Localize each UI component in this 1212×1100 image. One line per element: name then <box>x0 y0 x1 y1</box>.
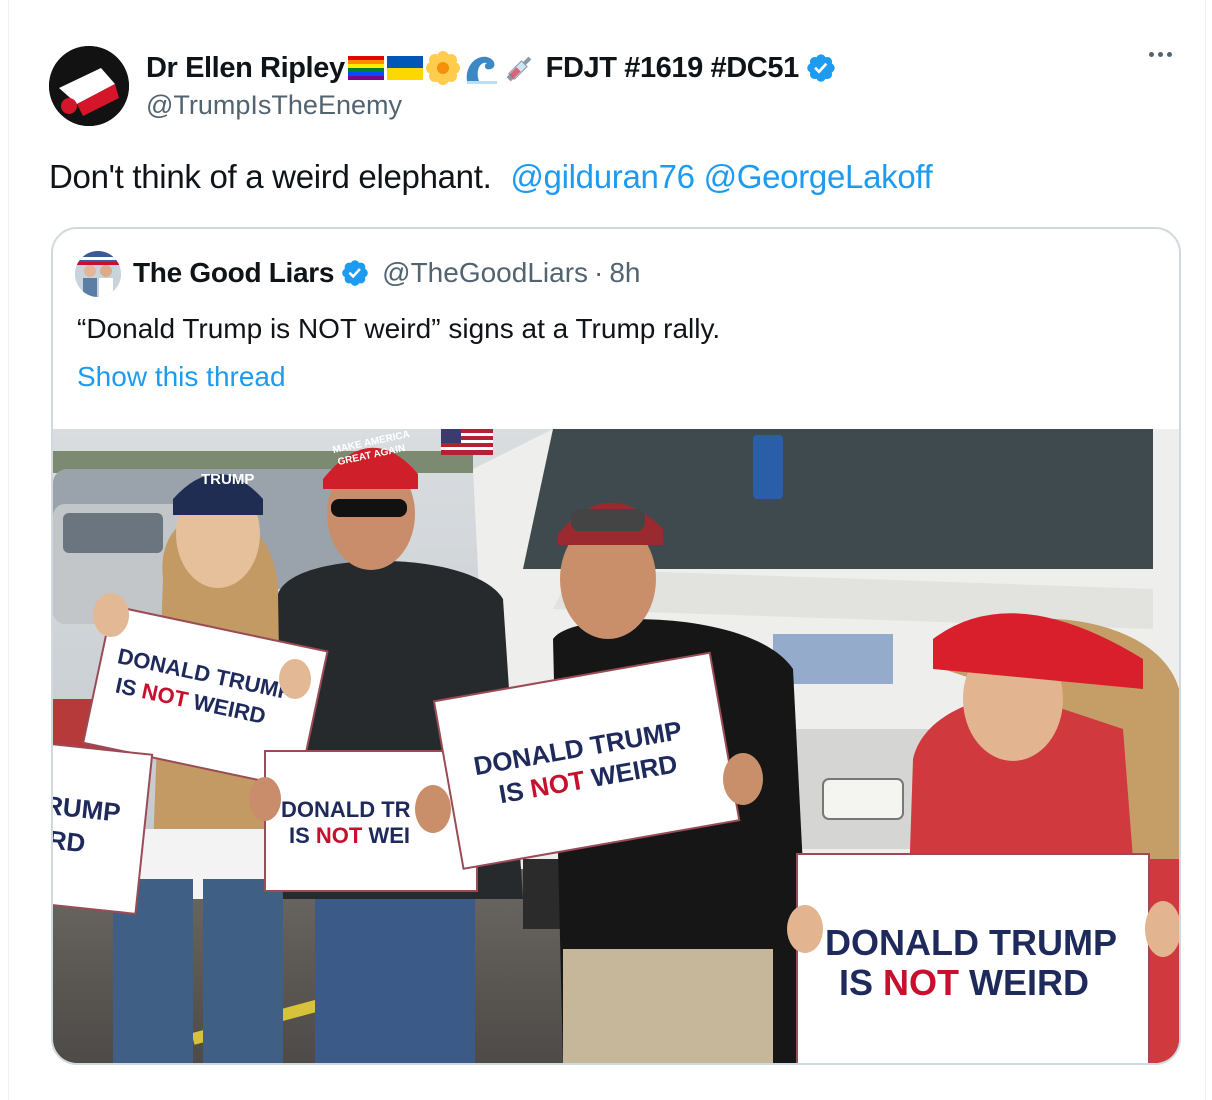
quoted-tweet[interactable]: The Good Liars @TheGoodLiars · 8h “Donal… <box>51 227 1181 1065</box>
verified-badge-icon[interactable] <box>340 258 370 288</box>
sign-e-is: IS <box>839 962 883 1003</box>
blossom-icon <box>425 51 460 85</box>
sign-b-line2: IRD <box>53 824 87 859</box>
tweet-card: Dr Ellen Ripley FDJT #1619 #DC51 @TrumpI… <box>8 0 1206 1100</box>
tweet-body: Don't think of a weird elephant. <box>49 158 492 195</box>
quoted-text: “Donald Trump is NOT weird” signs at a T… <box>77 313 721 344</box>
author-display-name[interactable]: Dr Ellen Ripley <box>146 52 345 85</box>
dot-separator: · <box>594 257 604 288</box>
show-thread-link[interactable]: Show this thread <box>77 361 286 393</box>
author-avatar[interactable] <box>49 46 129 126</box>
sign-e-not: NOT <box>883 962 959 1003</box>
svg-text:IS NOT WEI: IS NOT WEI <box>289 823 410 848</box>
verified-badge-icon[interactable] <box>805 52 837 84</box>
tweet-photo[interactable]: TRUMP MAKE AMERICA GREAT AGAIN DONALD TR… <box>53 429 1179 1063</box>
sign-b: RUMP IRD <box>53 742 154 915</box>
sign-c-is: IS <box>289 823 316 848</box>
author-handle[interactable]: @TrumpIsTheEnemy <box>146 90 402 121</box>
quoted-author-avatar[interactable] <box>75 251 121 297</box>
sign-e: DONALD TRUMP IS NOT WEIRD <box>796 853 1150 1063</box>
rainbow-flag-icon <box>347 56 384 80</box>
mention-link[interactable]: @gilduran76 <box>510 158 695 195</box>
syringe-icon <box>502 51 538 85</box>
ukraine-flag-icon <box>386 56 423 80</box>
avatar-image <box>75 251 121 297</box>
sign-c-not: NOT <box>316 823 363 848</box>
quoted-header: The Good Liars @TheGoodLiars · 8h <box>133 257 641 289</box>
quoted-timestamp[interactable]: 8h <box>609 257 640 289</box>
sign-c-line1: DONALD TR <box>281 797 411 822</box>
svg-text:IS NOT WEIRD: IS NOT WEIRD <box>839 962 1089 1003</box>
author-name-suffix: FDJT #1619 #DC51 <box>545 51 800 84</box>
avatar-image <box>49 46 129 126</box>
wave-icon <box>463 51 499 85</box>
sign-e-line1: DONALD TRUMP <box>825 922 1117 963</box>
tweet-text: Don't think of a weird elephant. @gildur… <box>49 158 933 196</box>
more-options-icon[interactable] <box>1149 52 1172 57</box>
mention-link[interactable]: @GeorgeLakoff <box>704 158 933 195</box>
trump-hat-text: TRUMP <box>201 471 254 488</box>
quoted-handle[interactable]: @TheGoodLiars <box>382 257 588 289</box>
rally-photo: TRUMP MAKE AMERICA GREAT AGAIN DONALD TR… <box>53 429 1179 1063</box>
sign-d-is: IS <box>497 774 534 809</box>
quoted-display-name[interactable]: The Good Liars <box>133 257 334 289</box>
author-name-row[interactable]: Dr Ellen Ripley FDJT #1619 #DC51 <box>146 48 837 88</box>
sign-c-weird: WEI <box>362 823 410 848</box>
sign-e-weird: WEIRD <box>959 962 1089 1003</box>
